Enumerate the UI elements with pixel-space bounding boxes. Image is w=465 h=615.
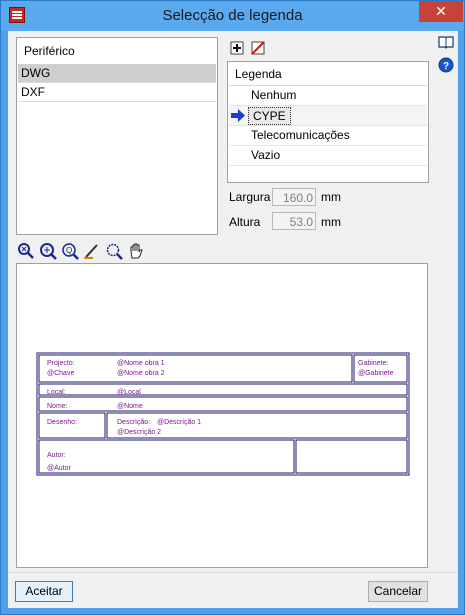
nome-label: Nome: (47, 403, 68, 410)
legend-list: Legenda Nenhum CYPE Telecomunicações Vaz… (227, 61, 429, 183)
pen-icon[interactable] (83, 242, 101, 260)
gabinete-field: @Gabinete (358, 370, 394, 377)
legend-item-label: Vazio (251, 148, 281, 162)
projecto-obra2: @Nome obra 2 (117, 370, 165, 377)
width-label: Largura (229, 190, 271, 204)
device-item-dwg[interactable]: DWG (18, 64, 216, 82)
zoom-window-icon[interactable] (39, 242, 57, 260)
add-legend-icon[interactable] (229, 40, 245, 56)
descricao1-field: @Descrição 1 (157, 419, 201, 426)
device-list: Periférico DWG DXF (16, 37, 218, 235)
footer-separator (8, 572, 458, 573)
legend-frame-cell (295, 439, 408, 474)
svg-text:Q: Q (66, 246, 72, 255)
height-field: 53.0 (272, 212, 316, 230)
chave-field: @Chave (47, 370, 74, 377)
legend-item-cype[interactable]: CYPE (229, 106, 427, 126)
legend-preview-canvas[interactable]: Projecto: @Nome obra 1 @Chave @Nome obra… (16, 263, 428, 568)
autor-field: @Autor (47, 465, 72, 472)
height-label: Altura (229, 215, 261, 229)
projecto-label: Projecto: (47, 360, 75, 367)
legend-frame-cell (36, 352, 410, 476)
height-unit: mm (321, 215, 341, 229)
autor-label: Autor: (47, 452, 66, 459)
help-info-icon[interactable]: ? (438, 57, 454, 73)
legend-item-label: Nenhum (251, 88, 297, 102)
title-bar: Selecção de legenda ✕ (1, 1, 464, 31)
zoom-out-icon[interactable] (105, 242, 123, 260)
svg-text:?: ? (443, 61, 449, 72)
cancel-button[interactable]: Cancelar (368, 581, 428, 602)
delete-legend-icon[interactable] (250, 40, 266, 56)
legend-frame-cell (38, 354, 353, 383)
width-unit: mm (321, 190, 341, 204)
help-book-icon[interactable] (438, 34, 454, 50)
gabinete-label: Gabinete: (358, 360, 388, 367)
divider (18, 101, 216, 102)
accept-button[interactable]: Aceitar (15, 581, 73, 602)
zoom-extents-icon[interactable] (17, 242, 35, 260)
selection-arrow-icon (231, 109, 245, 122)
width-field: 160.0 (272, 188, 316, 206)
legend-item-telecomunicacoes[interactable]: Telecomunicações (229, 126, 427, 146)
desenho-label: Desenho: (47, 419, 77, 426)
legend-item-label: Telecomunicações (251, 128, 350, 142)
legend-frame (36, 352, 410, 476)
legend-drawing: Projecto: @Nome obra 1 @Chave @Nome obra… (36, 352, 410, 476)
legend-header: Legenda (229, 63, 427, 86)
dialog-window: Selecção de legenda ✕ Periférico DWG DXF… (0, 0, 465, 615)
dialog-body: Periférico DWG DXF Legenda Nenhum CYPE T… (8, 31, 458, 608)
pan-hand-icon[interactable] (127, 242, 145, 260)
zoom-icon[interactable]: Q (61, 242, 79, 260)
legend-item-nenhum[interactable]: Nenhum (229, 86, 427, 106)
legend-fields: Projecto: @Nome obra 1 @Chave @Nome obra… (47, 360, 394, 472)
projecto-obra1: @Nome obra 1 (117, 360, 165, 367)
descricao-label: Descrição: (117, 419, 150, 426)
legend-item-vazio[interactable]: Vazio (229, 146, 427, 166)
device-item-dxf[interactable]: DXF (18, 83, 216, 101)
legend-frame-cell (38, 383, 408, 396)
legend-frame-cell (38, 396, 408, 412)
window-title: Selecção de legenda (162, 7, 303, 24)
close-button[interactable]: ✕ (419, 1, 463, 22)
legend-item-label: CYPE (248, 107, 291, 125)
local-field: @Local (117, 389, 141, 396)
device-header: Periférico (24, 44, 75, 58)
local-label: Local: (47, 389, 66, 396)
descricao2-field: @Descrição 2 (117, 429, 161, 436)
nome-field: @Nome (117, 403, 143, 410)
legend-frame-cell (38, 439, 295, 474)
